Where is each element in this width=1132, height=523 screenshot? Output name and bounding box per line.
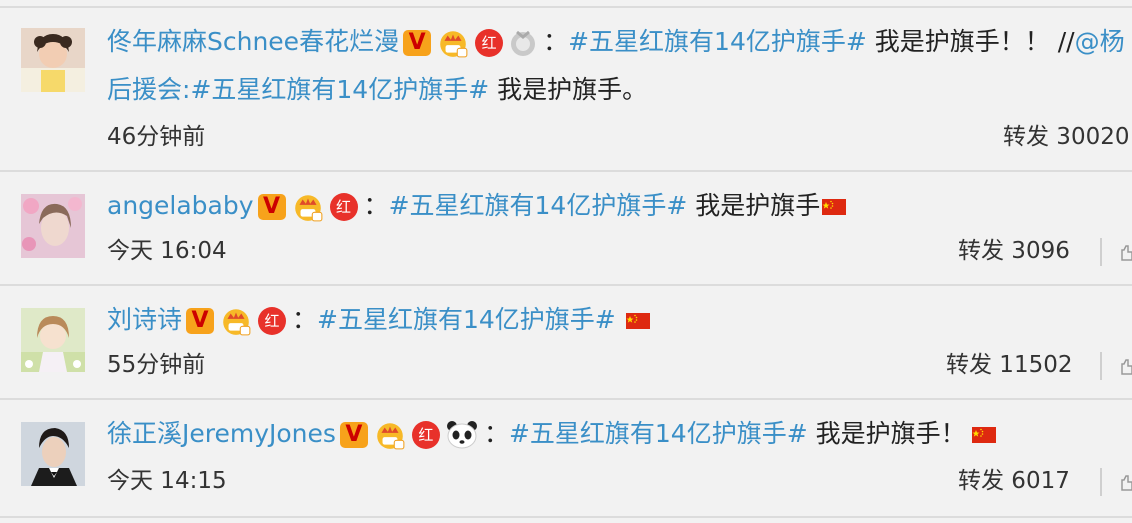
colon: ： [543,27,569,56]
repost-count-button[interactable]: 转发 3096 [958,236,1070,266]
repost-count-button[interactable]: 转发 11502 [946,350,1072,380]
user-name-link[interactable]: 刘诗诗 [107,305,182,334]
topic-hashtag-link[interactable]: #五星红旗有14亿护旗手# [568,27,867,56]
china-flag-icon [972,427,996,443]
post-time[interactable]: 46分钟前 [107,122,205,152]
colon: ： [363,191,389,220]
mention-link[interactable]: @杨 [1075,27,1125,56]
post-body: 我是护旗手！！ // [866,27,1075,56]
post-body: 我是护旗手！ [807,419,966,448]
divider [1100,468,1102,496]
topic-hashtag-link[interactable]: #五星红旗有14亿护旗手# [317,305,616,334]
crown-vip-icon[interactable] [437,28,469,58]
crown-vip-icon[interactable] [220,306,252,336]
verified-v-icon[interactable]: V [257,194,286,220]
mention-link-continuation[interactable]: 后援会: [107,75,190,104]
like-icon[interactable] [1120,472,1132,492]
colon: ： [483,419,509,448]
repost-count-button[interactable]: 转发 6017 [958,466,1070,496]
repost-item: 佟年麻麻Schnee春花烂漫 V 红：#五星红旗有14亿护旗手# 我是护旗手！！ /… [0,8,1132,170]
user-name-link[interactable]: angelababy [107,191,254,220]
repost-item: 刘诗诗 V 红：#五星红旗有14亿护旗手# 55分钟前 转发 11502 [0,286,1132,398]
post-time[interactable]: 今天 16:04 [107,236,227,266]
hong-badge-icon[interactable]: 红 [258,307,287,335]
verified-v-icon[interactable]: V [186,308,215,334]
repost-count-button[interactable]: 转发 30020 [1003,122,1129,152]
post-text: 徐正溪JeremyJones V 红 ：#五星红旗有14亿护旗手# 我是护旗手！ [107,417,1002,451]
verified-v-icon[interactable]: V [339,422,368,448]
china-flag-icon [822,199,846,215]
avatar[interactable] [21,194,85,258]
topic-hashtag-link[interactable]: #五星红旗有14亿护旗手# [190,75,489,104]
like-icon[interactable] [1120,356,1132,376]
like-icon[interactable] [1120,242,1132,262]
topic-hashtag-link[interactable]: #五星红旗有14亿护旗手# [389,191,688,220]
repost-item: angelababy V 红：#五星红旗有14亿护旗手# 我是护旗手 今天 16:0… [0,172,1132,284]
post-time[interactable]: 55分钟前 [107,350,205,380]
panda-icon[interactable] [446,420,478,450]
avatar[interactable] [21,422,85,486]
weibo-repost-feed: 佟年麻麻Schnee春花烂漫 V 红：#五星红旗有14亿护旗手# 我是护旗手！！ /… [0,0,1132,523]
colon: ： [292,305,318,334]
post-body: 我是护旗手。 [489,75,648,104]
divider [0,516,1132,518]
avatar[interactable] [21,28,85,92]
china-flag-icon [626,313,650,329]
divider [1100,352,1102,380]
repost-item: 徐正溪JeremyJones V 红 ：#五星红旗有14亿护旗手# 我是护旗手！ 今天… [0,400,1132,516]
post-text-continuation: 后援会:#五星红旗有14亿护旗手# 我是护旗手。 [107,73,647,107]
crown-vip-icon[interactable] [374,420,406,450]
post-text: 佟年麻麻Schnee春花烂漫 V 红 ：#五星红旗有14亿护旗手# 我是护旗手！！ /… [107,25,1125,59]
divider [1100,238,1102,266]
medal-icon[interactable] [509,28,537,58]
user-name-link[interactable]: 佟年麻麻Schnee春花烂漫 [107,27,399,56]
hong-badge-icon[interactable]: 红 [329,193,358,221]
post-body [616,305,624,334]
post-text: angelababy V 红：#五星红旗有14亿护旗手# 我是护旗手 [107,189,852,223]
avatar[interactable] [21,308,85,372]
verified-v-icon[interactable]: V [403,30,432,56]
post-time[interactable]: 今天 14:15 [107,466,227,496]
post-body: 我是护旗手 [687,191,821,220]
user-name-link[interactable]: 徐正溪JeremyJones [107,419,336,448]
crown-vip-icon[interactable] [292,192,324,222]
post-text: 刘诗诗 V 红：#五星红旗有14亿护旗手# [107,303,656,337]
topic-hashtag-link[interactable]: #五星红旗有14亿护旗手# [509,419,808,448]
hong-badge-icon[interactable]: 红 [411,421,440,449]
hong-badge-icon[interactable]: 红 [475,29,504,57]
